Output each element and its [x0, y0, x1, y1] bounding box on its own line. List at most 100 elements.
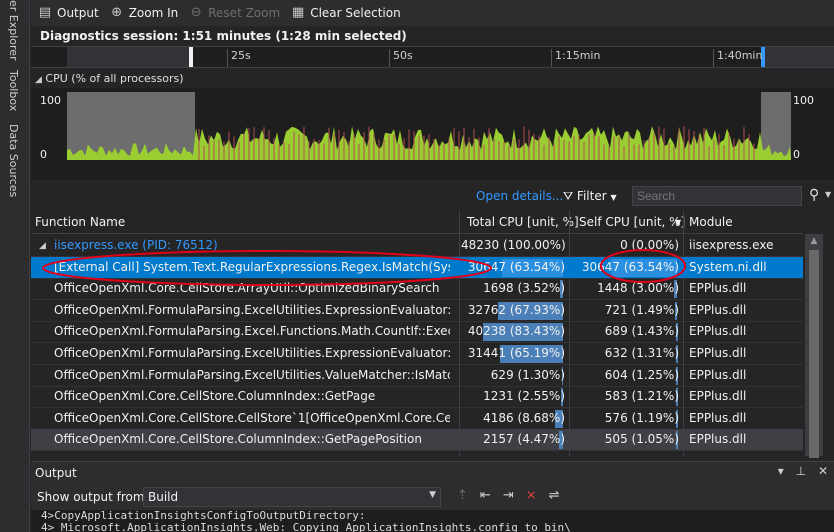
- total-cpu-cell: 48230 (100.00%): [461, 238, 565, 252]
- reset-zoom-label: Reset Zoom: [208, 6, 281, 20]
- find-message-icon[interactable]: ⇡: [457, 488, 468, 503]
- function-name-cell: OfficeOpenXml.FormulaParsing.Excel.Funct…: [54, 324, 450, 339]
- previous-message-icon[interactable]: ⇤: [480, 488, 491, 503]
- table-row[interactable]: OfficeOpenXml.Core.CellStore.CellStore`1…: [31, 408, 803, 430]
- table-row[interactable]: OfficeOpenXml.FormulaParsing.ExcelUtilit…: [31, 300, 803, 322]
- module-cell: EPPlus.dll: [689, 389, 747, 404]
- clear-all-icon[interactable]: ⨯: [526, 488, 537, 503]
- filter-dropdown[interactable]: ⛛ Filter ▼: [563, 189, 617, 204]
- table-row[interactable]: OfficeOpenXml.Core.CellStore.ColumnIndex…: [31, 429, 803, 452]
- table-header: Function Name Total CPU [unit, %] Self C…: [31, 210, 803, 234]
- side-tab-data-sources[interactable]: Data Sources: [7, 124, 20, 197]
- timeline-tick: 50s: [389, 49, 413, 67]
- cpu-y-min-left: 0: [40, 148, 47, 161]
- word-wrap-icon[interactable]: ⇌: [549, 488, 560, 503]
- clear-selection-button[interactable]: ▦ Clear Selection: [290, 5, 401, 21]
- function-name-cell: OfficeOpenXml.Core.CellStore.CellStore`1…: [54, 410, 450, 425]
- timeline-unselected-left: [67, 47, 189, 67]
- timeline-tick: 1:15min: [551, 49, 600, 67]
- total-cpu-cell: 4186 (8.68%): [483, 410, 565, 425]
- pin-icon[interactable]: ⊥: [796, 464, 806, 478]
- table-row[interactable]: OfficeOpenXml.Core.CellStore.ColumnIndex…: [31, 386, 803, 409]
- function-name-cell: OfficeOpenXml.FormulaParsing.ExcelUtilit…: [54, 346, 450, 360]
- module-cell: EPPlus.dll: [689, 346, 747, 360]
- total-cpu-cell: 1698 (3.52%): [483, 281, 565, 296]
- output-panel: Output ▾ ⊥ ✕ Show output from: Build ▼ ⇡…: [31, 461, 834, 532]
- search-options-chevron-icon[interactable]: ▼: [825, 190, 831, 199]
- toolbar: ▤ Output ⊕ Zoom In ⊖ Reset Zoom ▦ Clear …: [31, 0, 834, 26]
- output-source-select[interactable]: Build ▼: [143, 487, 441, 507]
- side-tab-explorer[interactable]: er Explorer: [7, 0, 20, 61]
- side-tab-strip: er Explorer Toolbox Data Sources: [0, 0, 30, 532]
- table-row[interactable]: OfficeOpenXml.FormulaParsing.ExcelUtilit…: [31, 343, 803, 365]
- output-text: 4>CopyApplicationInsightsConfigToOutputD…: [31, 510, 834, 532]
- function-name-cell: iisexpress.exe (PID: 76512): [54, 238, 218, 252]
- show-output-from-label: Show output from:: [37, 490, 149, 504]
- function-name-cell: OfficeOpenXml.FormulaParsing.ExcelUtilit…: [54, 302, 450, 317]
- zoom-in-icon: ⊕: [111, 5, 123, 20]
- total-cpu-cell: 31441 (65.19%): [467, 346, 565, 360]
- module-cell: EPPlus.dll: [689, 281, 747, 296]
- open-details-link[interactable]: Open details...: [476, 189, 563, 203]
- total-cpu-cell: 629 (1.30%): [490, 367, 565, 382]
- sort-descending-icon: ▼: [675, 218, 682, 227]
- cpu-unselected-left-area: [67, 92, 195, 160]
- table-row[interactable]: OfficeOpenXml.FormulaParsing.Excel.Funct…: [31, 321, 803, 344]
- vertical-scrollbar[interactable]: ▲: [805, 234, 823, 458]
- column-header-function[interactable]: Function Name: [35, 215, 125, 229]
- call-tree-table: Function Name Total CPU [unit, %] Self C…: [31, 210, 834, 458]
- module-cell: EPPlus.dll: [689, 324, 747, 339]
- expand-arrow-icon[interactable]: ◢: [39, 241, 46, 251]
- close-icon[interactable]: ✕: [818, 464, 828, 478]
- self-cpu-cell: 0 (0.00%): [620, 238, 679, 252]
- total-cpu-cell: 1231 (2.55%): [483, 389, 565, 404]
- function-name-cell: OfficeOpenXml.Core.CellStore.ColumnIndex…: [54, 389, 376, 404]
- search-input[interactable]: [632, 186, 802, 206]
- total-cpu-cell: 40238 (83.43%): [467, 324, 565, 339]
- column-header-total-cpu[interactable]: Total CPU [unit, %]: [467, 215, 579, 229]
- collapse-arrow-icon[interactable]: ◢: [35, 75, 42, 85]
- cpu-graph-title: ◢ CPU (% of all processors): [31, 72, 834, 88]
- scroll-thumb[interactable]: [809, 250, 819, 458]
- side-tab-toolbox[interactable]: Toolbox: [7, 70, 20, 111]
- timeline-tick: 1:40min: [713, 49, 762, 67]
- clear-selection-icon: ▦: [292, 5, 305, 20]
- self-cpu-cell: 30647 (63.54%): [581, 259, 679, 274]
- zoom-in-button[interactable]: ⊕ Zoom In: [109, 5, 178, 21]
- cpu-chart[interactable]: 100 0 100 0: [31, 88, 834, 180]
- module-cell: iisexpress.exe: [689, 238, 774, 252]
- cpu-y-max-left: 100: [40, 94, 61, 107]
- table-row[interactable]: [External Call] System.Text.RegularExpre…: [31, 256, 803, 279]
- module-cell: EPPlus.dll: [689, 367, 747, 382]
- table-row[interactable]: ◢ iisexpress.exe (PID: 76512) 48230 (100.0…: [31, 235, 803, 257]
- timeline-tick: 25s: [227, 49, 251, 67]
- table-row[interactable]: OfficeOpenXml.Core.CellStore.ArrayUtil::…: [31, 278, 803, 301]
- self-cpu-cell: 721 (1.49%): [604, 302, 679, 317]
- window-position-icon[interactable]: ▾: [778, 464, 784, 478]
- timeline-left-handle[interactable]: [189, 47, 193, 67]
- timeline-ruler[interactable]: 25s 50s 1:15min 1:40min: [31, 46, 834, 68]
- self-cpu-cell: 604 (1.25%): [604, 367, 679, 382]
- output-button-label: Output: [57, 6, 99, 20]
- scroll-up-icon[interactable]: ▲: [805, 234, 823, 248]
- cpu-y-min-right: 0: [793, 148, 800, 161]
- self-cpu-cell: 576 (1.19%): [604, 410, 679, 425]
- module-cell: EPPlus.dll: [689, 432, 747, 447]
- output-source-value: Build: [148, 490, 179, 504]
- cpu-y-max-right: 100: [793, 94, 814, 107]
- column-header-module[interactable]: Module: [689, 215, 733, 229]
- next-message-icon[interactable]: ⇥: [503, 488, 514, 503]
- filter-icon: ⛛: [563, 189, 574, 203]
- function-name-cell: OfficeOpenXml.FormulaParsing.ExcelUtilit…: [54, 367, 450, 382]
- output-line: 4> Microsoft.ApplicationInsights.Web: Co…: [41, 521, 571, 532]
- reset-zoom-button[interactable]: ⊖ Reset Zoom: [188, 5, 280, 21]
- output-window-controls: ▾ ⊥ ✕: [770, 464, 828, 478]
- column-header-self-cpu[interactable]: Self CPU [unit, %]: [579, 215, 685, 229]
- self-cpu-cell: 632 (1.31%): [604, 346, 679, 360]
- output-button[interactable]: ▤ Output: [37, 5, 99, 21]
- output-toolbar: ⇡ ⇤ ⇥ ⨯ ⇌: [457, 488, 572, 503]
- output-panel-title: Output: [35, 466, 77, 480]
- total-cpu-cell: 2157 (4.47%): [483, 432, 565, 447]
- chevron-down-icon: ▼: [429, 490, 436, 500]
- table-row[interactable]: OfficeOpenXml.FormulaParsing.ExcelUtilit…: [31, 365, 803, 387]
